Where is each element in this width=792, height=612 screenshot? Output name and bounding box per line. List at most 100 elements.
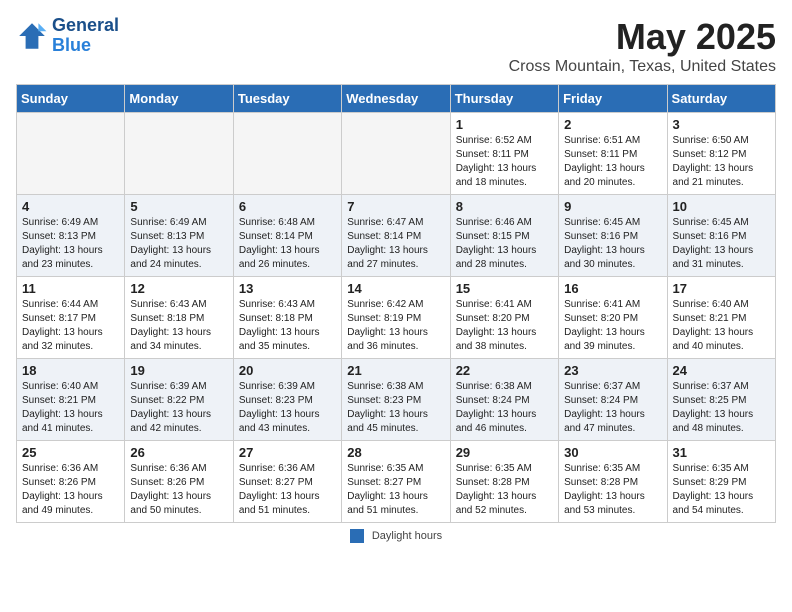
cell-info: Sunrise: 6:52 AM Sunset: 8:11 PM Dayligh… — [456, 134, 553, 190]
cell-info: Sunrise: 6:40 AM Sunset: 8:21 PM Dayligh… — [22, 380, 119, 436]
day-number: 30 — [564, 445, 661, 460]
calendar-cell: 31 Sunrise: 6:35 AM Sunset: 8:29 PM Dayli… — [667, 441, 775, 523]
calendar-cell: 5 Sunrise: 6:49 AM Sunset: 8:13 PM Daylig… — [125, 195, 233, 277]
day-number: 31 — [673, 445, 770, 460]
calendar-cell: 23 Sunrise: 6:37 AM Sunset: 8:24 PM Dayli… — [559, 359, 667, 441]
cell-info: Sunrise: 6:36 AM Sunset: 8:27 PM Dayligh… — [239, 462, 336, 518]
day-number: 25 — [22, 445, 119, 460]
day-number: 4 — [22, 199, 119, 214]
cell-info: Sunrise: 6:46 AM Sunset: 8:15 PM Dayligh… — [456, 216, 553, 272]
calendar-cell: 19Sunrise: 6:39 AM Sunset: 8:22 PM Dayli… — [125, 359, 233, 441]
day-number: 10 — [673, 199, 770, 214]
column-header-monday: Monday — [125, 85, 233, 113]
location-title: Cross Mountain, Texas, United States — [509, 58, 776, 76]
calendar-cell: 25 Sunrise: 6:36 AM Sunset: 8:26 PM Dayli… — [17, 441, 125, 523]
logo: General Blue — [16, 16, 119, 56]
cell-info: Sunrise: 6:36 AM Sunset: 8:26 PM Dayligh… — [22, 462, 119, 518]
day-number: 8 — [456, 199, 553, 214]
day-number: 20 — [239, 363, 336, 378]
column-header-thursday: Thursday — [450, 85, 558, 113]
calendar-cell: 13 Sunrise: 6:43 AM Sunset: 8:18 PM Dayli… — [233, 277, 341, 359]
calendar-cell: 9 Sunrise: 6:45 AM Sunset: 8:16 PM Daylig… — [559, 195, 667, 277]
cell-info: Sunrise: 6:41 AM Sunset: 8:20 PM Dayligh… — [456, 298, 553, 354]
day-number: 27 — [239, 445, 336, 460]
day-number: 14 — [347, 281, 444, 296]
day-number: 21 — [347, 363, 444, 378]
column-header-sunday: Sunday — [17, 85, 125, 113]
day-number: 11 — [22, 281, 119, 296]
cell-info: Sunrise: 6:35 AM Sunset: 8:28 PM Dayligh… — [564, 462, 661, 518]
cell-info: Sunrise: 6:35 AM Sunset: 8:28 PM Dayligh… — [456, 462, 553, 518]
logo-icon — [16, 20, 48, 52]
calendar-cell: 24 Sunrise: 6:37 AM Sunset: 8:25 PM Dayli… — [667, 359, 775, 441]
calendar-cell: 28 Sunrise: 6:35 AM Sunset: 8:27 PM Dayli… — [342, 441, 450, 523]
day-number: 29 — [456, 445, 553, 460]
cell-info: Sunrise: 6:35 AM Sunset: 8:29 PM Dayligh… — [673, 462, 770, 518]
cell-info: Sunrise: 6:39 AM Sunset: 8:23 PM Dayligh… — [239, 380, 336, 436]
calendar-cell: 17Sunrise: 6:40 AM Sunset: 8:21 PM Dayli… — [667, 277, 775, 359]
day-number: 5 — [130, 199, 227, 214]
cell-info: Sunrise: 6:45 AM Sunset: 8:16 PM Dayligh… — [564, 216, 661, 272]
cell-info: Sunrise: 6:37 AM Sunset: 8:24 PM Dayligh… — [564, 380, 661, 436]
calendar-cell: 12Sunrise: 6:43 AM Sunset: 8:18 PM Dayli… — [125, 277, 233, 359]
day-number: 6 — [239, 199, 336, 214]
calendar-cell: 21 Sunrise: 6:38 AM Sunset: 8:23 PM Dayli… — [342, 359, 450, 441]
cell-info: Sunrise: 6:38 AM Sunset: 8:23 PM Dayligh… — [347, 380, 444, 436]
calendar-cell: 6Sunrise: 6:48 AM Sunset: 8:14 PM Daylig… — [233, 195, 341, 277]
day-number: 17 — [673, 281, 770, 296]
calendar-cell: 3 Sunrise: 6:50 AM Sunset: 8:12 PM Daylig… — [667, 113, 775, 195]
day-number: 24 — [673, 363, 770, 378]
column-header-tuesday: Tuesday — [233, 85, 341, 113]
calendar-cell — [125, 113, 233, 195]
legend-box — [350, 529, 364, 543]
calendar-cell: 10 Sunrise: 6:45 AM Sunset: 8:16 PM Dayli… — [667, 195, 775, 277]
day-number: 23 — [564, 363, 661, 378]
calendar-cell: 1 Sunrise: 6:52 AM Sunset: 8:11 PM Daylig… — [450, 113, 558, 195]
cell-info: Sunrise: 6:45 AM Sunset: 8:16 PM Dayligh… — [673, 216, 770, 272]
day-number: 19 — [130, 363, 227, 378]
day-number: 26 — [130, 445, 227, 460]
calendar-cell: 8 Sunrise: 6:46 AM Sunset: 8:15 PM Daylig… — [450, 195, 558, 277]
cell-info: Sunrise: 6:35 AM Sunset: 8:27 PM Dayligh… — [347, 462, 444, 518]
calendar-cell: 7 Sunrise: 6:47 AM Sunset: 8:14 PM Daylig… — [342, 195, 450, 277]
calendar-cell — [233, 113, 341, 195]
calendar-cell — [342, 113, 450, 195]
calendar-cell: 15 Sunrise: 6:41 AM Sunset: 8:20 PM Dayli… — [450, 277, 558, 359]
day-number: 15 — [456, 281, 553, 296]
title-block: May 2025 Cross Mountain, Texas, United S… — [509, 16, 776, 76]
calendar-footer: Daylight hours — [16, 529, 776, 543]
calendar-cell: 22 Sunrise: 6:38 AM Sunset: 8:24 PM Dayli… — [450, 359, 558, 441]
cell-info: Sunrise: 6:49 AM Sunset: 8:13 PM Dayligh… — [130, 216, 227, 272]
cell-info: Sunrise: 6:44 AM Sunset: 8:17 PM Dayligh… — [22, 298, 119, 354]
day-number: 22 — [456, 363, 553, 378]
day-number: 7 — [347, 199, 444, 214]
cell-info: Sunrise: 6:51 AM Sunset: 8:11 PM Dayligh… — [564, 134, 661, 190]
column-header-friday: Friday — [559, 85, 667, 113]
day-number: 28 — [347, 445, 444, 460]
column-header-wednesday: Wednesday — [342, 85, 450, 113]
cell-info: Sunrise: 6:36 AM Sunset: 8:26 PM Dayligh… — [130, 462, 227, 518]
day-number: 18 — [22, 363, 119, 378]
calendar-table: SundayMondayTuesdayWednesdayThursdayFrid… — [16, 84, 776, 523]
page-header: General Blue May 2025 Cross Mountain, Te… — [16, 16, 776, 76]
day-number: 13 — [239, 281, 336, 296]
cell-info: Sunrise: 6:38 AM Sunset: 8:24 PM Dayligh… — [456, 380, 553, 436]
calendar-cell: 18 Sunrise: 6:40 AM Sunset: 8:21 PM Dayli… — [17, 359, 125, 441]
calendar-cell — [17, 113, 125, 195]
calendar-cell: 11 Sunrise: 6:44 AM Sunset: 8:17 PM Dayli… — [17, 277, 125, 359]
day-number: 1 — [456, 117, 553, 132]
day-number: 9 — [564, 199, 661, 214]
calendar-cell: 29 Sunrise: 6:35 AM Sunset: 8:28 PM Dayli… — [450, 441, 558, 523]
legend-label: Daylight hours — [372, 530, 442, 542]
cell-info: Sunrise: 6:43 AM Sunset: 8:18 PM Dayligh… — [239, 298, 336, 354]
cell-info: Sunrise: 6:49 AM Sunset: 8:13 PM Dayligh… — [22, 216, 119, 272]
cell-info: Sunrise: 6:37 AM Sunset: 8:25 PM Dayligh… — [673, 380, 770, 436]
cell-info: Sunrise: 6:47 AM Sunset: 8:14 PM Dayligh… — [347, 216, 444, 272]
calendar-cell: 30 Sunrise: 6:35 AM Sunset: 8:28 PM Dayli… — [559, 441, 667, 523]
calendar-cell: 26 Sunrise: 6:36 AM Sunset: 8:26 PM Dayli… — [125, 441, 233, 523]
day-number: 2 — [564, 117, 661, 132]
day-number: 16 — [564, 281, 661, 296]
cell-info: Sunrise: 6:50 AM Sunset: 8:12 PM Dayligh… — [673, 134, 770, 190]
day-number: 3 — [673, 117, 770, 132]
calendar-cell: 4 Sunrise: 6:49 AM Sunset: 8:13 PM Daylig… — [17, 195, 125, 277]
